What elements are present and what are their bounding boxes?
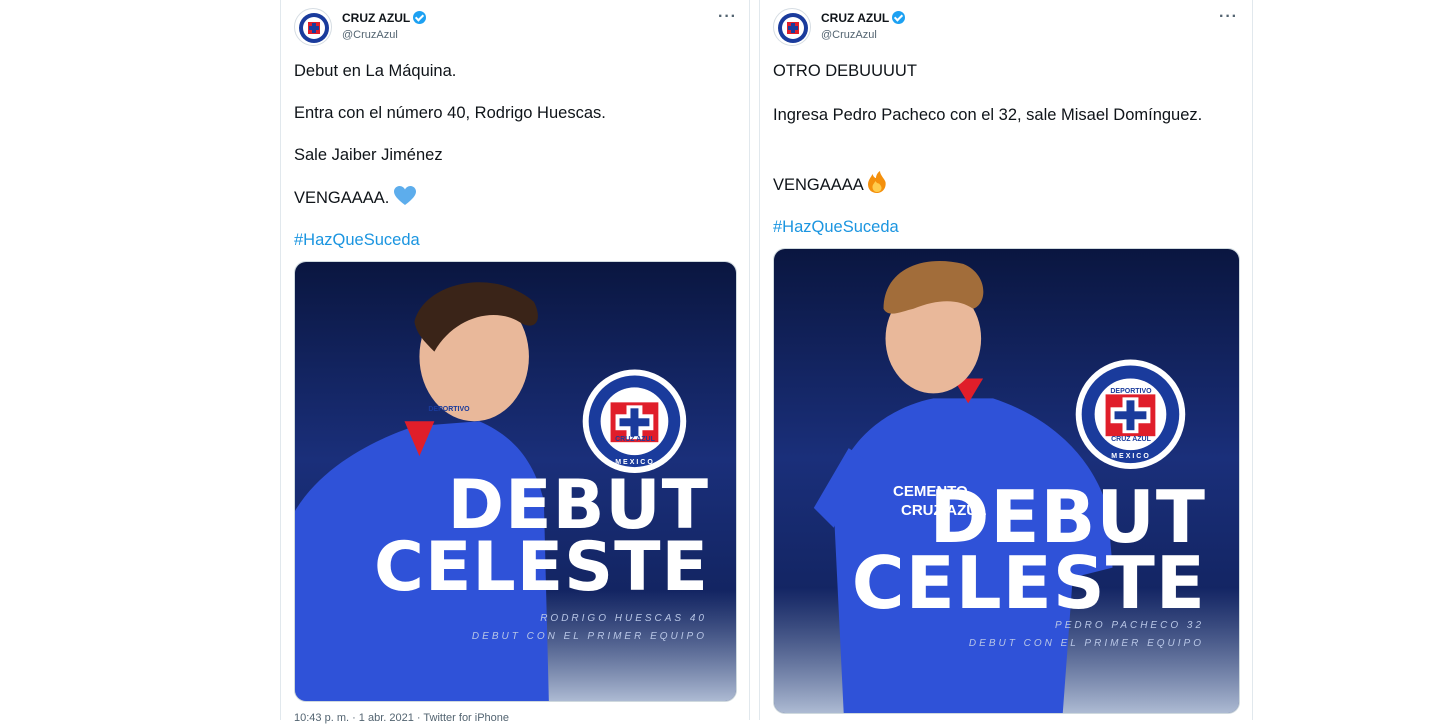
- more-options-icon[interactable]: ···: [1219, 8, 1238, 26]
- avatar[interactable]: [773, 8, 811, 46]
- tweet-text-line: Sale Jaiber Jiménez: [294, 146, 443, 164]
- tweet-text-span: VENGAAAA: [773, 176, 863, 194]
- tweet-card-2[interactable]: CRUZ AZUL @CruzAzul ··· OTRO DEBUUUUT In…: [759, 0, 1253, 720]
- tweet-text-span: VENGAAAA.: [294, 189, 390, 207]
- tweet-text-line: VENGAAAA.: [294, 186, 734, 213]
- tweet-text-line: Ingresa Pedro Pacheco con el 32, sale Mi…: [773, 106, 1203, 124]
- tweet-timestamp[interactable]: 10:43 p. m. · 1 abr. 2021 · Twitter for …: [294, 712, 509, 724]
- tweet-text-line: Debut en La Máquina.: [294, 62, 457, 80]
- debut-poster-image: [774, 249, 1239, 713]
- author-name[interactable]: CRUZ AZUL: [342, 11, 427, 25]
- cruz-azul-crest-icon: [778, 13, 808, 43]
- blue-heart-icon: [393, 186, 416, 213]
- hashtag-link[interactable]: #HazQueSuceda: [294, 229, 734, 252]
- more-options-icon[interactable]: ···: [718, 8, 737, 26]
- author-handle[interactable]: @CruzAzul: [821, 29, 877, 41]
- crest-logo: [1075, 359, 1186, 470]
- author-handle[interactable]: @CruzAzul: [342, 29, 398, 41]
- tweet-image[interactable]: [773, 248, 1240, 714]
- tweet-text-line: Entra con el número 40, Rodrigo Huescas.: [294, 104, 606, 122]
- avatar[interactable]: [294, 8, 332, 46]
- fire-icon: [867, 171, 887, 200]
- tweet-card-1[interactable]: CRUZ AZUL @CruzAzul ··· Debut en La Máqu…: [280, 0, 750, 724]
- debut-poster-image: [295, 262, 736, 701]
- cruz-azul-crest-icon: [299, 13, 329, 43]
- verified-badge-icon: [413, 11, 427, 24]
- crest-logo: [582, 369, 687, 474]
- verified-badge-icon: [892, 11, 906, 24]
- author-name-text[interactable]: CRUZ AZUL: [342, 11, 410, 25]
- tweet-text-line: OTRO DEBUUUUT: [773, 62, 917, 80]
- hashtag-link[interactable]: #HazQueSuceda: [773, 216, 1223, 239]
- author-name-text[interactable]: CRUZ AZUL: [821, 11, 889, 25]
- tweet-image[interactable]: [294, 261, 737, 702]
- tweet-text-line: VENGAAAA: [773, 171, 1223, 200]
- author-name[interactable]: CRUZ AZUL: [821, 11, 906, 25]
